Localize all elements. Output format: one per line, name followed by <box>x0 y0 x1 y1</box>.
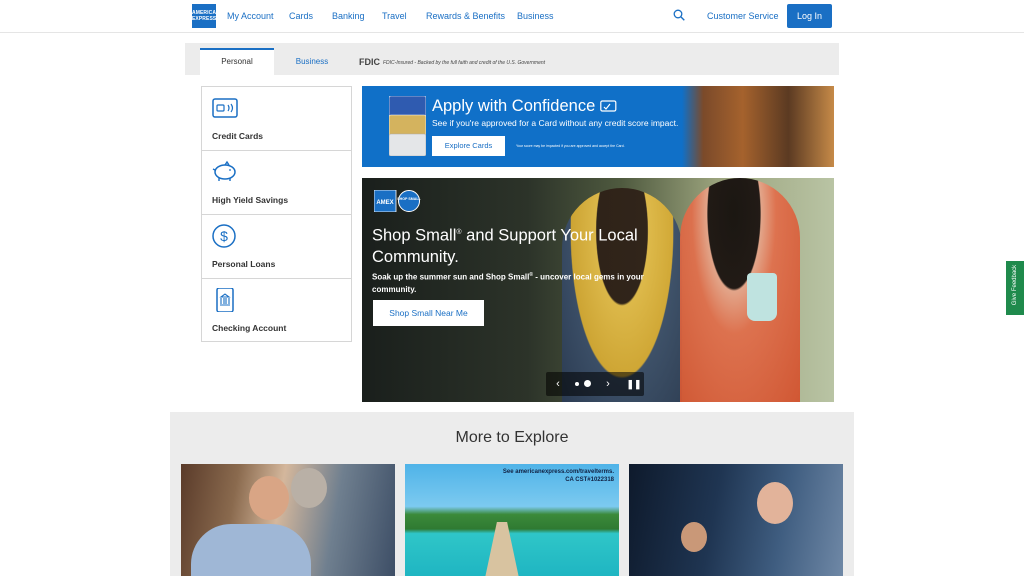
hero-person-right <box>680 178 800 402</box>
tab-personal[interactable]: Personal <box>200 48 274 75</box>
nav-banking[interactable]: Banking <box>332 11 365 21</box>
top-navigation: AMERICAN EXPRESS My Account Cards Bankin… <box>0 0 1024 33</box>
apply-fine-print: Your score may be impacted if you are ap… <box>516 144 625 148</box>
feedback-label: Give Feedback <box>1012 264 1018 306</box>
amex-cards-image <box>389 96 426 156</box>
credit-card-icon <box>212 98 238 118</box>
nav-travel[interactable]: Travel <box>382 11 407 21</box>
carousel-controls: ‹ › ❚❚ <box>546 372 644 396</box>
product-tile-checking-account[interactable]: Checking Account <box>202 279 351 343</box>
nav-business[interactable]: Business <box>517 11 554 21</box>
segment-tabs-bar: Personal Business FDIC FDIC-Insured - Bac… <box>185 43 839 75</box>
explore-cards-button[interactable]: Explore Cards <box>432 136 505 156</box>
nav-my-account[interactable]: My Account <box>227 11 274 21</box>
amex-logo[interactable]: AMERICAN EXPRESS <box>192 4 220 28</box>
nav-rewards-benefits[interactable]: Rewards & Benefits <box>426 11 505 21</box>
product-label: High Yield Savings <box>212 195 289 205</box>
apply-subtitle: See if you're approved for a Card withou… <box>432 118 679 128</box>
shop-small-near-me-button[interactable]: Shop Small Near Me <box>373 300 484 326</box>
photo-face <box>291 468 327 508</box>
card-check-icon <box>600 100 617 112</box>
nav-cards[interactable]: Cards <box>289 11 313 21</box>
photo-face <box>681 522 707 552</box>
product-label: Credit Cards <box>212 131 264 141</box>
photo-figure <box>191 524 311 576</box>
login-button[interactable]: Log In <box>787 4 832 28</box>
shop-small-hero: AMEX SHOP SMALL Shop Small® and Support … <box>362 178 834 402</box>
carousel-next-icon[interactable]: › <box>600 372 616 396</box>
hotel-lobby-photo <box>682 86 834 167</box>
product-label: Personal Loans <box>212 259 276 269</box>
travel-fine-print: See americanexpress.com/travelterms. CA C… <box>502 469 614 483</box>
svg-text:SHOP SMALL: SHOP SMALL <box>397 197 421 201</box>
fdic-logo: FDIC <box>359 57 380 67</box>
photo-dock <box>485 522 519 576</box>
carousel-prev-icon[interactable]: ‹ <box>550 372 566 396</box>
more-to-explore-section: More to Explore See americanexpress.com/… <box>170 412 854 576</box>
tab-business[interactable]: Business <box>275 48 349 75</box>
hero-title: Shop Small® and Support Your Local Commu… <box>372 226 638 266</box>
product-tiles: Credit Cards High Yield Savings $ Person… <box>201 86 352 342</box>
product-tile-credit-cards[interactable]: Credit Cards <box>202 87 351 151</box>
explore-card-friends-photo[interactable] <box>629 464 843 576</box>
carousel-dot-2-active[interactable] <box>584 380 591 387</box>
amex-shop-small-badge: AMEX SHOP SMALL <box>374 190 422 212</box>
product-tile-personal-loans[interactable]: $ Personal Loans <box>202 215 351 279</box>
explore-card-travel-photo[interactable]: See americanexpress.com/travelterms. CA C… <box>405 464 619 576</box>
product-label: Checking Account <box>212 323 287 333</box>
svg-text:$: $ <box>220 228 228 244</box>
customer-service-link[interactable]: Customer Service <box>707 11 779 21</box>
fdic-notice: FDIC FDIC-Insured - Backed by the full fa… <box>359 57 545 67</box>
carousel-pause-icon[interactable]: ❚❚ <box>626 372 642 396</box>
svg-text:AMEX: AMEX <box>376 200 393 206</box>
carousel-dot-1[interactable] <box>575 382 579 386</box>
search-icon[interactable] <box>673 9 685 21</box>
hero-coffee-cup <box>747 273 777 321</box>
fdic-text: FDIC-Insured - Backed by the full faith … <box>383 60 546 66</box>
piggy-bank-icon <box>212 160 236 181</box>
dollar-circle-icon: $ <box>212 224 236 248</box>
bank-phone-icon <box>216 288 234 312</box>
apply-with-confidence-banner: Apply with Confidence See if you're appr… <box>362 86 834 167</box>
product-tile-high-yield-savings[interactable]: High Yield Savings <box>202 151 351 215</box>
explore-title: More to Explore <box>455 429 569 446</box>
give-feedback-tab[interactable]: Give Feedback <box>1006 261 1024 315</box>
photo-face <box>757 482 793 524</box>
explore-card-family-photo[interactable] <box>181 464 395 576</box>
photo-face <box>249 476 289 520</box>
apply-title: Apply with Confidence <box>432 97 617 116</box>
hero-copy: Soak up the summer sun and Shop Small® -… <box>372 272 644 294</box>
